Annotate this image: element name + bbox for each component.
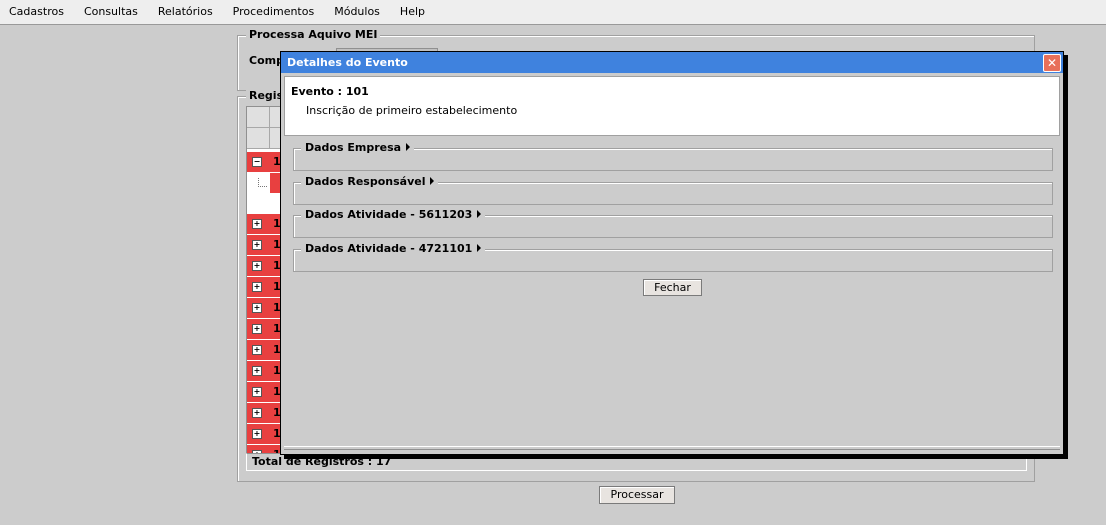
event-title: Evento : 101 [291, 85, 369, 98]
menu-cadastros[interactable]: Cadastros [0, 0, 74, 24]
processar-button[interactable]: Processar [599, 486, 675, 504]
expand-arrow-icon [477, 244, 482, 252]
menu-help[interactable]: Help [390, 0, 435, 24]
menu-relatorios[interactable]: Relatórios [148, 0, 223, 24]
tree-connector-icon [258, 178, 267, 187]
event-details-dialog: Detalhes do Evento ✕ Evento : 101 Inscri… [280, 51, 1064, 455]
table-row[interactable]: + 1 [247, 403, 281, 424]
menu-consultas[interactable]: Consultas [74, 0, 148, 24]
event-info-box: Evento : 101 Inscrição de primeiro estab… [284, 76, 1060, 136]
menu-procedimentos[interactable]: Procedimentos [223, 0, 325, 24]
table-row[interactable]: − 1 [247, 152, 281, 173]
section-label: Dados Empresa [305, 141, 402, 154]
expand-icon[interactable]: + [252, 303, 262, 313]
expand-icon[interactable]: + [252, 429, 262, 439]
section-label: Dados Responsável [305, 175, 426, 188]
menu-bar: Cadastros Consultas Relatórios Procedime… [0, 0, 1106, 25]
registros-table: − 1 + 1 + 1 + 1 + 1 + 1 + 1 + 1 + 1 + 1 … [246, 106, 282, 455]
expand-arrow-icon [477, 210, 482, 218]
section-toggle-dados-responsavel[interactable]: Dados Responsável [301, 174, 439, 190]
expand-icon[interactable]: + [252, 261, 262, 271]
table-header-cell [247, 107, 270, 128]
competencia-label: Comp [249, 54, 284, 67]
row-detail-area [247, 173, 281, 213]
table-row[interactable]: + 1 [247, 319, 281, 340]
table-row[interactable]: + 1 [247, 340, 281, 361]
menu-modulos[interactable]: Módulos [324, 0, 390, 24]
processa-panel-title: Processa Aquivo MEI [246, 28, 381, 42]
table-row[interactable]: + 1 [247, 298, 281, 319]
expand-arrow-icon [430, 177, 435, 185]
expand-icon[interactable]: + [252, 240, 262, 250]
expand-icon[interactable]: + [252, 324, 262, 334]
fechar-button[interactable]: Fechar [643, 279, 702, 296]
table-row[interactable]: + 1 [247, 424, 281, 445]
table-row[interactable]: + 1 [247, 256, 281, 277]
expand-icon[interactable]: + [252, 408, 262, 418]
collapse-icon[interactable]: − [252, 157, 262, 167]
expand-icon[interactable]: + [252, 282, 262, 292]
table-row[interactable]: + 1 [247, 214, 281, 235]
table-row[interactable]: + 1 [247, 382, 281, 403]
section-dados-responsavel: Dados Responsável [293, 174, 1053, 205]
table-row[interactable]: + 1 [247, 277, 281, 298]
section-toggle-dados-atividade-2[interactable]: Dados Atividade - 4721101 [301, 241, 486, 257]
expand-icon[interactable]: + [252, 345, 262, 355]
close-icon[interactable]: ✕ [1043, 54, 1061, 72]
table-row[interactable]: + 1 [247, 235, 281, 256]
section-dados-empresa: Dados Empresa [293, 140, 1053, 171]
dialog-titlebar[interactable]: Detalhes do Evento ✕ [281, 52, 1063, 73]
section-dados-atividade-1: Dados Atividade - 5611203 [293, 207, 1053, 238]
expand-icon[interactable]: + [252, 387, 262, 397]
section-toggle-dados-empresa[interactable]: Dados Empresa [301, 140, 415, 156]
section-toggle-dados-atividade-1[interactable]: Dados Atividade - 5611203 [301, 207, 486, 223]
section-label: Dados Atividade - 5611203 [305, 208, 473, 221]
event-description: Inscrição de primeiro estabelecimento [306, 104, 518, 117]
table-row[interactable]: + 1 [247, 361, 281, 382]
expand-icon[interactable]: + [252, 366, 262, 376]
dialog-bottom-divider [284, 446, 1060, 450]
expand-icon[interactable]: + [252, 219, 262, 229]
expand-arrow-icon [406, 143, 411, 151]
total-registros: Total de Registros : 17 [252, 455, 392, 468]
dialog-title: Detalhes do Evento [287, 56, 408, 69]
section-label: Dados Atividade - 4721101 [305, 242, 473, 255]
section-dados-atividade-2: Dados Atividade - 4721101 [293, 241, 1053, 272]
table-header-cell [247, 128, 270, 149]
